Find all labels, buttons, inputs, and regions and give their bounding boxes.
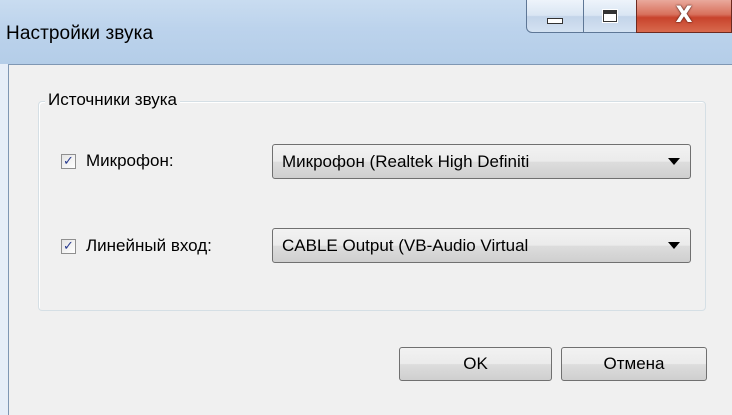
minimize-button[interactable] (526, 0, 584, 33)
line-in-select[interactable]: CABLE Output (VB-Audio Virtual (272, 228, 691, 263)
maximize-button[interactable] (583, 0, 637, 33)
microphone-row: ✓ Микрофон: (61, 143, 174, 179)
dialog-client-area: Источники звука ✓ Микрофон: Микрофон (Re… (8, 64, 732, 415)
microphone-select-value: Микрофон (Realtek High Definiti (282, 151, 530, 171)
line-in-label: Линейный вход: (86, 236, 212, 255)
line-in-row: ✓ Линейный вход: (61, 228, 212, 264)
title-bar[interactable]: Настройки звука X (0, 0, 732, 64)
window-title: Настройки звука (6, 23, 154, 44)
microphone-label: Микрофон: (86, 151, 174, 170)
close-icon: X (675, 3, 693, 28)
checkmark-icon: ✓ (63, 238, 74, 254)
checkmark-icon: ✓ (63, 153, 74, 169)
line-in-select-value: CABLE Output (VB-Audio Virtual (282, 235, 529, 255)
cancel-button[interactable]: Отмена (561, 347, 707, 381)
dropdown-arrow-icon (668, 158, 680, 165)
ok-button[interactable]: OK (399, 347, 552, 381)
sound-sources-groupbox (38, 101, 706, 311)
microphone-select[interactable]: Микрофон (Realtek High Definiti (272, 144, 691, 179)
groupbox-label: Источники звука (45, 90, 181, 110)
close-button[interactable]: X (636, 0, 732, 33)
dropdown-arrow-icon (668, 242, 680, 249)
minimize-icon (547, 18, 563, 24)
microphone-checkbox[interactable]: ✓ (61, 153, 76, 169)
line-in-checkbox[interactable]: ✓ (61, 238, 76, 254)
sound-settings-window: Настройки звука X Источники звука ✓ Микр… (0, 0, 732, 415)
caption-buttons: X (526, 0, 732, 34)
maximize-icon (602, 9, 618, 23)
